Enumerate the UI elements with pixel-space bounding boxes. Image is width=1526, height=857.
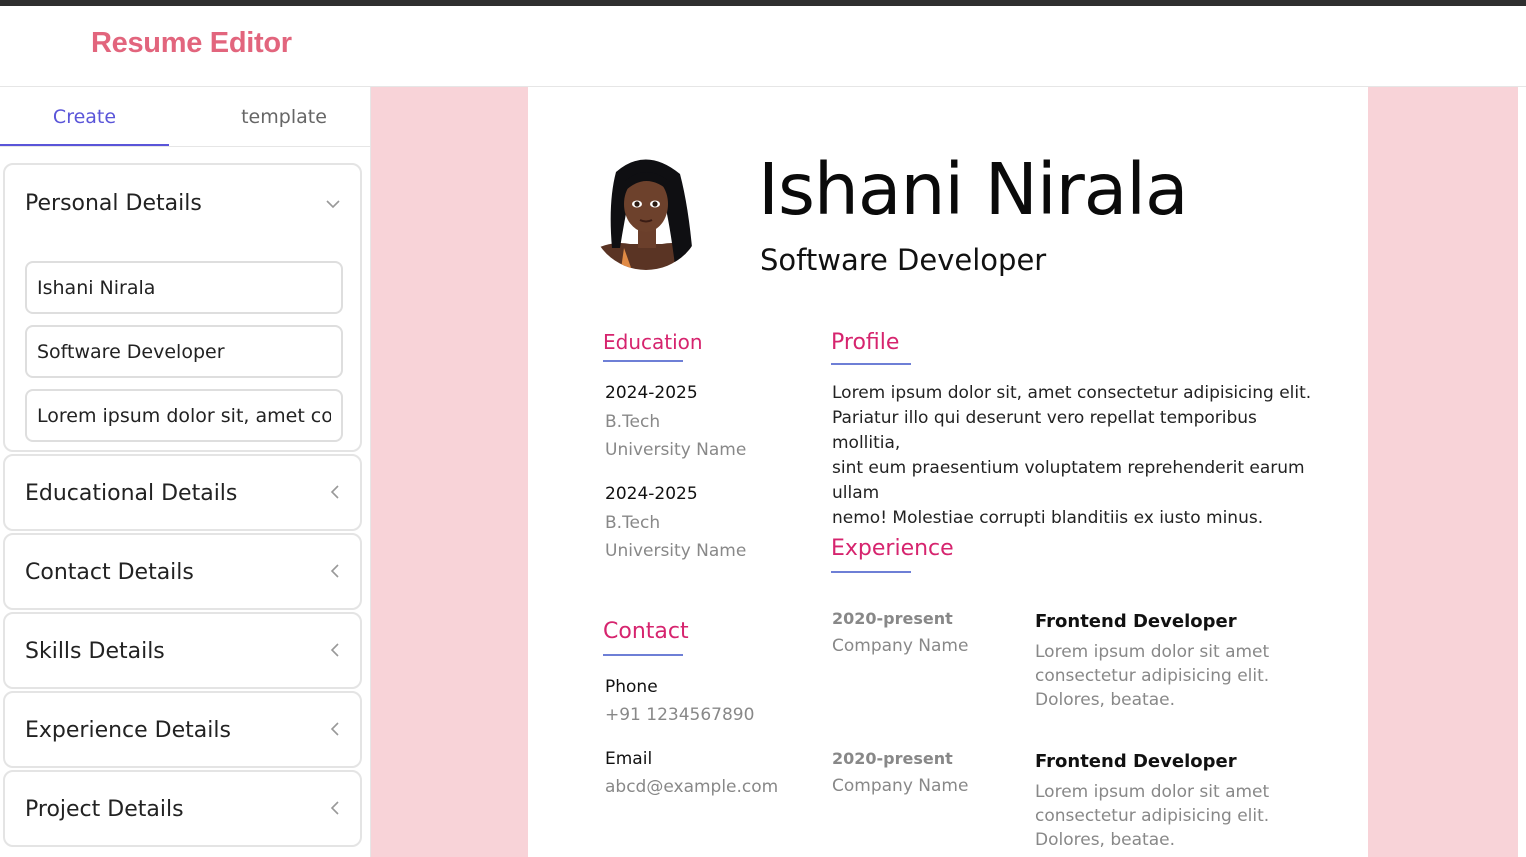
experience-desc-line: consectetur adipisicing elit. xyxy=(1035,666,1270,686)
experience-desc-line: Lorem ipsum dolor sit amet xyxy=(1035,782,1270,802)
experience-company: Company Name xyxy=(832,636,969,656)
education-years: 2024-2025 xyxy=(605,383,698,403)
experience-desc-line: Dolores, beatae. xyxy=(1035,830,1175,850)
experience-desc-line: Dolores, beatae. xyxy=(1035,690,1175,710)
profile-line: Pariatur illo qui deserunt vero repellat… xyxy=(832,408,1257,453)
profile-line: nemo! Molestiae corrupti blanditiis ex i… xyxy=(832,508,1264,528)
experience-details-panel[interactable]: Experience Details xyxy=(3,691,362,768)
contact-email: abcd@example.com xyxy=(605,777,779,797)
experience-desc: Lorem ipsum dolor sit amet consectetur a… xyxy=(1035,780,1269,852)
chevron-left-icon[interactable] xyxy=(330,643,340,657)
app-header: Resume Editor xyxy=(0,6,1526,87)
contact-heading: Contact xyxy=(603,619,689,644)
experience-period: 2020-present xyxy=(832,609,953,628)
contact-email-label: Email xyxy=(605,749,653,769)
experience-desc: Lorem ipsum dolor sit amet consectetur a… xyxy=(1035,640,1269,712)
contact-rule xyxy=(603,654,683,656)
chevron-left-icon[interactable] xyxy=(330,722,340,736)
contact-details-header[interactable]: Contact Details xyxy=(25,560,194,585)
experience-desc-line: Lorem ipsum dolor sit amet xyxy=(1035,642,1270,662)
resume-role: Software Developer xyxy=(760,243,1047,277)
role-field[interactable] xyxy=(25,325,343,378)
profile-text: Lorem ipsum dolor sit, amet consectetur … xyxy=(832,381,1322,531)
project-details-panel[interactable]: Project Details xyxy=(3,770,362,847)
experience-title: Frontend Developer xyxy=(1035,751,1237,772)
education-degree: B.Tech xyxy=(605,513,661,533)
educational-details-panel[interactable]: Educational Details xyxy=(3,454,362,531)
tab-bar: Create template xyxy=(0,87,370,147)
profile-line: sint eum praesentium voluptatem reprehen… xyxy=(832,458,1305,503)
contact-phone: +91 1234567890 xyxy=(605,705,755,725)
project-details-header[interactable]: Project Details xyxy=(25,797,184,822)
app-title: Resume Editor xyxy=(91,27,292,59)
tab-create[interactable]: Create xyxy=(0,87,169,146)
experience-period: 2020-present xyxy=(832,749,953,768)
chevron-down-icon[interactable] xyxy=(326,199,340,209)
education-rule xyxy=(603,360,683,362)
experience-rule xyxy=(831,571,911,573)
educational-details-header[interactable]: Educational Details xyxy=(25,481,237,506)
chevron-left-icon[interactable] xyxy=(330,801,340,815)
summary-field[interactable] xyxy=(25,389,343,442)
profile-line: Lorem ipsum dolor sit, amet consectetur … xyxy=(832,383,1312,403)
chevron-left-icon[interactable] xyxy=(330,485,340,499)
contact-phone-label: Phone xyxy=(605,677,658,697)
name-field[interactable] xyxy=(25,261,343,314)
experience-details-header[interactable]: Experience Details xyxy=(25,718,231,743)
personal-details-panel: Personal Details xyxy=(3,163,362,452)
experience-desc-line: consectetur adipisicing elit. xyxy=(1035,806,1270,826)
editor-sidebar: Create template Personal Details Educati… xyxy=(0,87,371,857)
profile-rule xyxy=(831,363,911,365)
experience-heading: Experience xyxy=(831,536,954,561)
scrollbar-gutter xyxy=(1518,87,1526,857)
chevron-left-icon[interactable] xyxy=(330,564,340,578)
experience-company: Company Name xyxy=(832,776,969,796)
education-degree: B.Tech xyxy=(605,412,661,432)
skills-details-header[interactable]: Skills Details xyxy=(25,639,165,664)
education-heading: Education xyxy=(603,330,703,354)
personal-details-header[interactable]: Personal Details xyxy=(25,191,202,216)
education-school: University Name xyxy=(605,440,747,460)
education-school: University Name xyxy=(605,541,747,561)
tab-template[interactable]: template xyxy=(200,87,368,145)
resume-name: Ishani Nirala xyxy=(758,148,1189,231)
skills-details-panel[interactable]: Skills Details xyxy=(3,612,362,689)
experience-title: Frontend Developer xyxy=(1035,611,1237,632)
education-years: 2024-2025 xyxy=(605,484,698,504)
profile-heading: Profile xyxy=(831,330,900,355)
contact-details-panel[interactable]: Contact Details xyxy=(3,533,362,610)
profile-photo xyxy=(590,158,702,270)
